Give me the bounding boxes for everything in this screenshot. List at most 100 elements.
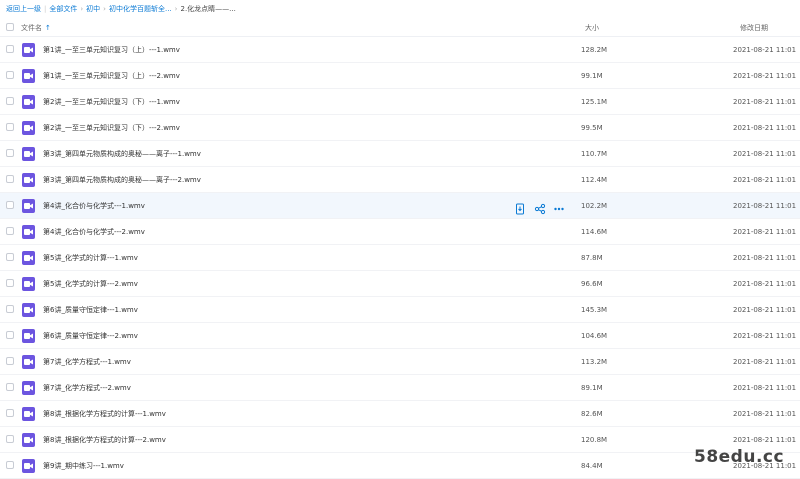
file-size: 112.4M (581, 176, 608, 184)
video-file-icon (22, 381, 35, 395)
select-all-checkbox[interactable] (6, 23, 14, 31)
file-name[interactable]: 第7讲_化学方程式---1.wmv (43, 349, 131, 375)
file-name[interactable]: 第8讲_根据化学方程式的计算---1.wmv (43, 401, 166, 427)
row-checkbox[interactable] (6, 383, 14, 391)
file-row[interactable]: 第6讲_质量守恒定律---1.wmv 145.3M 2021-08-21 11:01 (0, 297, 800, 323)
download-icon[interactable] (514, 200, 526, 215)
file-size: 89.1M (581, 384, 603, 392)
sort-ascending-icon: ↑ (45, 24, 51, 32)
file-modified-date: 2021-08-21 11:01 (733, 176, 797, 184)
video-file-icon (22, 199, 35, 213)
file-name[interactable]: 第6讲_质量守恒定律---1.wmv (43, 297, 138, 323)
breadcrumb-item-junior[interactable]: 初中 (86, 5, 100, 13)
file-row[interactable]: 第6讲_质量守恒定律---2.wmv 104.6M 2021-08-21 11:01 (0, 323, 800, 349)
file-row[interactable]: 第3讲_第四单元物质构成的奥秘——离子---2.wmv 112.4M 2021-08… (0, 167, 800, 193)
video-file-icon (22, 251, 35, 265)
file-size: 99.5M (581, 124, 603, 132)
column-header-date[interactable]: 修改日期 (740, 23, 768, 33)
file-name[interactable]: 第1讲_一至三单元知识复习（上）---2.wmv (43, 63, 180, 89)
file-modified-date: 2021-08-21 11:01 (733, 332, 797, 340)
file-modified-date: 2021-08-21 11:01 (733, 124, 797, 132)
row-checkbox[interactable] (6, 331, 14, 339)
file-modified-date: 2021-08-21 11:01 (733, 228, 797, 236)
file-size: 113.2M (581, 358, 608, 366)
file-name[interactable]: 第2讲_一至三单元知识复习（下）---2.wmv (43, 115, 180, 141)
row-checkbox[interactable] (6, 175, 14, 183)
video-file-icon (22, 95, 35, 109)
file-row[interactable]: 第9讲_期中练习---1.wmv 84.4M 2021-08-21 11:01 (0, 453, 800, 479)
breadcrumb-item-course[interactable]: 初中化学百题斩全... (109, 5, 172, 13)
file-name[interactable]: 第3讲_第四单元物质构成的奥秘——离子---2.wmv (43, 167, 201, 193)
file-row[interactable]: 第1讲_一至三单元知识复习（上）---1.wmv 128.2M 2021-08-21… (0, 37, 800, 63)
row-checkbox[interactable] (6, 227, 14, 235)
column-header-size[interactable]: 大小 (585, 23, 599, 33)
file-name[interactable]: 第2讲_一至三单元知识复习（下）---1.wmv (43, 89, 180, 115)
file-row[interactable]: 第7讲_化学方程式---2.wmv 89.1M 2021-08-21 11:01 (0, 375, 800, 401)
video-file-icon (22, 433, 35, 447)
file-modified-date: 2021-08-21 11:01 (733, 150, 797, 158)
row-checkbox[interactable] (6, 97, 14, 105)
back-link[interactable]: 返回上一级 (6, 5, 41, 13)
file-row[interactable]: 第4讲_化合价与化学式---2.wmv 114.6M 2021-08-21 11:0… (0, 219, 800, 245)
file-name[interactable]: 第4讲_化合价与化学式---2.wmv (43, 219, 145, 245)
file-list: 第1讲_一至三单元知识复习（上）---1.wmv 128.2M 2021-08-21… (0, 37, 800, 479)
file-name[interactable]: 第1讲_一至三单元知识复习（上）---1.wmv (43, 37, 180, 63)
file-row[interactable]: 第8讲_根据化学方程式的计算---2.wmv 120.8M 2021-08-21 1… (0, 427, 800, 453)
row-checkbox[interactable] (6, 201, 14, 209)
file-size: 110.7M (581, 150, 608, 158)
row-checkbox[interactable] (6, 253, 14, 261)
file-row[interactable]: 第7讲_化学方程式---1.wmv 113.2M 2021-08-21 11:01 (0, 349, 800, 375)
share-icon[interactable] (534, 200, 546, 215)
file-modified-date: 2021-08-21 11:01 (733, 46, 797, 54)
row-checkbox[interactable] (6, 71, 14, 79)
file-modified-date: 2021-08-21 11:01 (733, 358, 797, 366)
file-row[interactable]: 第2讲_一至三单元知识复习（下）---2.wmv 99.5M 2021-08-21 … (0, 115, 800, 141)
file-modified-date: 2021-08-21 11:01 (733, 202, 797, 210)
video-file-icon (22, 329, 35, 343)
file-size: 82.6M (581, 410, 603, 418)
file-modified-date: 2021-08-21 11:01 (733, 280, 797, 288)
row-checkbox[interactable] (6, 279, 14, 287)
file-name[interactable]: 第5讲_化学式的计算---2.wmv (43, 271, 138, 297)
column-header-name[interactable]: 文件名 ↑ (21, 23, 51, 33)
file-name[interactable]: 第4讲_化合价与化学式---1.wmv (43, 193, 145, 219)
row-checkbox[interactable] (6, 357, 14, 365)
row-checkbox[interactable] (6, 45, 14, 53)
row-checkbox[interactable] (6, 305, 14, 313)
file-modified-date: 2021-08-21 11:01 (733, 98, 797, 106)
file-modified-date: 2021-08-21 11:01 (733, 254, 797, 262)
video-file-icon (22, 43, 35, 57)
video-file-icon (22, 173, 35, 187)
file-row[interactable]: 第5讲_化学式的计算---1.wmv 87.8M 2021-08-21 11:01 (0, 245, 800, 271)
row-checkbox[interactable] (6, 123, 14, 131)
file-name[interactable]: 第8讲_根据化学方程式的计算---2.wmv (43, 427, 166, 453)
file-name[interactable]: 第6讲_质量守恒定律---2.wmv (43, 323, 138, 349)
file-modified-date: 2021-08-21 11:01 (733, 72, 797, 80)
file-name[interactable]: 第5讲_化学式的计算---1.wmv (43, 245, 138, 271)
breadcrumb-item-current: 2.化龙点睛——... (180, 5, 236, 13)
file-size: 120.8M (581, 436, 608, 444)
file-name[interactable]: 第9讲_期中练习---1.wmv (43, 453, 124, 479)
row-checkbox[interactable] (6, 149, 14, 157)
file-size: 128.2M (581, 46, 608, 54)
breadcrumb-item-all-files[interactable]: 全部文件 (49, 5, 77, 13)
row-checkbox[interactable] (6, 461, 14, 469)
file-row[interactable]: 第5讲_化学式的计算---2.wmv 96.6M 2021-08-21 11:01 (0, 271, 800, 297)
file-name[interactable]: 第3讲_第四单元物质构成的奥秘——离子---1.wmv (43, 141, 201, 167)
more-icon[interactable] (553, 200, 565, 212)
video-file-icon (22, 355, 35, 369)
file-row[interactable]: 第8讲_根据化学方程式的计算---1.wmv 82.6M 2021-08-21 11… (0, 401, 800, 427)
file-row[interactable]: 第4讲_化合价与化学式---1.wmv 102.2M 2021-08-21 11:0… (0, 193, 800, 219)
video-file-icon (22, 121, 35, 135)
file-row[interactable]: 第2讲_一至三单元知识复习（下）---1.wmv 125.1M 2021-08-21… (0, 89, 800, 115)
breadcrumb-separator: › (174, 5, 178, 13)
file-modified-date: 2021-08-21 11:01 (733, 384, 797, 392)
row-checkbox[interactable] (6, 409, 14, 417)
file-list-header: 文件名 ↑ 大小 修改日期 (0, 18, 800, 37)
file-name[interactable]: 第7讲_化学方程式---2.wmv (43, 375, 131, 401)
file-size: 87.8M (581, 254, 603, 262)
file-row[interactable]: 第1讲_一至三单元知识复习（上）---2.wmv 99.1M 2021-08-21 … (0, 63, 800, 89)
row-checkbox[interactable] (6, 435, 14, 443)
file-row[interactable]: 第3讲_第四单元物质构成的奥秘——离子---1.wmv 110.7M 2021-08… (0, 141, 800, 167)
file-size: 99.1M (581, 72, 603, 80)
